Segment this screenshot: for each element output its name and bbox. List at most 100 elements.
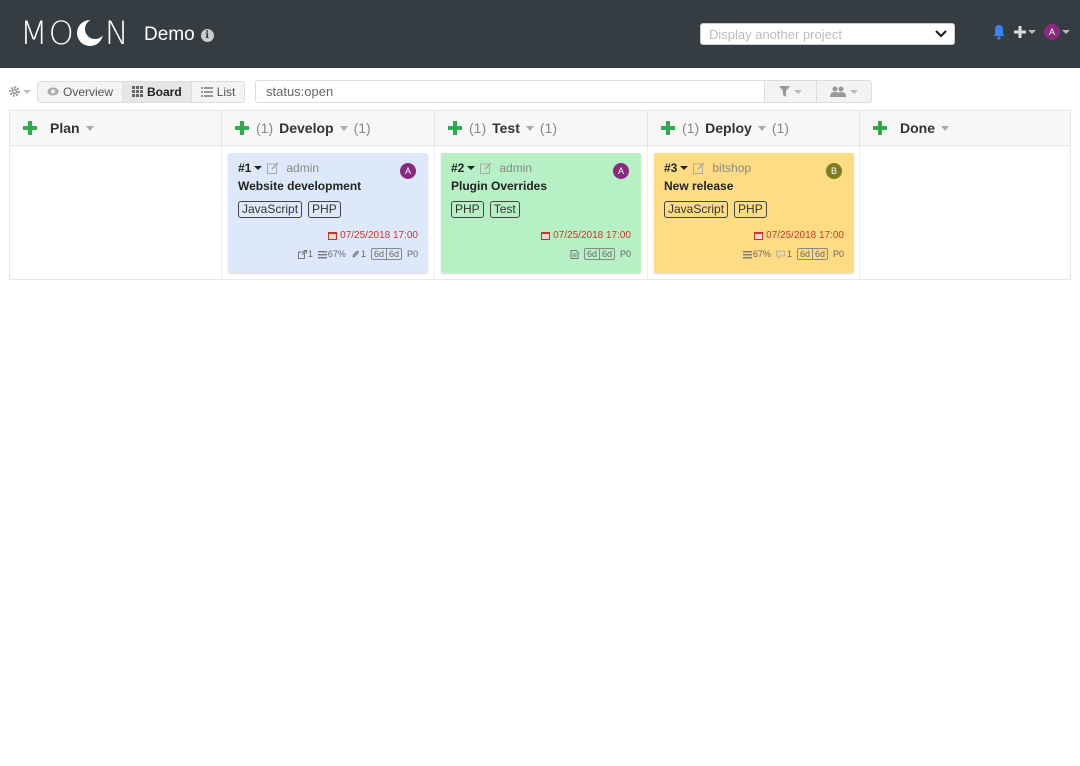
task-title[interactable]: Website development	[238, 179, 418, 193]
time-estimate: 6d 6d	[796, 248, 828, 260]
column-count-before: (1)	[682, 120, 700, 136]
edit-icon[interactable]	[267, 162, 279, 174]
task-priority: P0	[832, 249, 844, 259]
time-estimated: 6d	[372, 249, 387, 259]
column-body-plan	[10, 146, 222, 279]
task-number-dropdown[interactable]: #1	[238, 161, 263, 175]
caret-down-icon	[680, 166, 689, 170]
moon-logo[interactable]: MO N	[20, 14, 130, 52]
links-count: 1	[307, 249, 313, 259]
kanban-board: Plan (1) Develop (1) (1) Test (1) (1) De…	[9, 110, 1071, 280]
grid-icon	[132, 86, 144, 97]
add-task-test-icon[interactable]	[447, 120, 463, 136]
due-date-text: 07/25/2018 17:00	[340, 230, 418, 241]
task-owner: bitshop	[712, 161, 752, 175]
time-estimate: 6d 6d	[583, 248, 615, 260]
column-count-before: (1)	[469, 120, 487, 136]
project-switcher-select[interactable]: Display another project	[700, 23, 955, 45]
settings-dropdown[interactable]	[8, 85, 34, 98]
caret-down-icon	[794, 89, 802, 94]
project-switcher-placeholder: Display another project	[709, 26, 842, 42]
add-task-plan-icon[interactable]	[22, 120, 38, 136]
view-board-button[interactable]: Board	[123, 81, 192, 102]
paperclip-icon	[352, 250, 359, 257]
calendar-icon	[328, 232, 338, 240]
task-meta: 1 67% 1 6d 6d P0	[297, 248, 418, 260]
comments-count: 1	[786, 249, 792, 259]
view-overview-label: Overview	[63, 84, 114, 99]
users-filter-button[interactable]	[817, 80, 872, 103]
caret-down-icon	[23, 89, 31, 94]
task-tag[interactable]: PHP	[308, 201, 341, 218]
column-header-plan: Plan	[10, 111, 222, 146]
task-meta: 67% 1 6d 6d P0	[742, 248, 844, 260]
checklist-icon	[317, 250, 327, 258]
time-spent: 6d	[388, 249, 399, 259]
info-icon[interactable]: i	[200, 28, 214, 42]
column-header-deploy: (1) Deploy (1)	[648, 111, 860, 146]
task-tag[interactable]: Test	[489, 201, 520, 218]
view-list-label: List	[216, 84, 236, 99]
add-task-done-icon[interactable]	[872, 120, 888, 136]
column-count-after: (1)	[771, 120, 789, 136]
attachments-count: 1	[360, 249, 366, 259]
task-number-dropdown[interactable]: #3	[664, 161, 689, 175]
checklist-icon	[742, 250, 752, 258]
add-task-develop-icon[interactable]	[234, 120, 250, 136]
user-menu-button[interactable]: A	[1044, 24, 1070, 40]
task-meta: 6d 6d P0	[570, 248, 631, 260]
document-icon	[570, 249, 579, 259]
filter-dropdown-button[interactable]	[765, 80, 817, 103]
task-number-dropdown[interactable]: #2	[451, 161, 476, 175]
column-header-done: Done	[860, 111, 1070, 146]
view-overview-button[interactable]: Overview	[38, 81, 124, 102]
project-name: Demo	[144, 24, 195, 45]
task-tag[interactable]: PHP	[734, 201, 767, 218]
edit-icon[interactable]	[693, 162, 705, 174]
caret-down-icon	[1028, 30, 1036, 34]
filter-search-value: status:open	[266, 84, 334, 99]
column-title: Test	[492, 120, 520, 136]
add-task-deploy-icon[interactable]	[660, 120, 676, 136]
task-owner: admin	[499, 161, 533, 175]
column-header-develop: (1) Develop (1)	[222, 111, 435, 146]
subtask-progress: 67%	[327, 249, 346, 259]
view-board-label: Board	[147, 84, 182, 99]
task-tag[interactable]: JavaScript	[664, 201, 729, 218]
logo-text-left: M	[20, 14, 49, 52]
task-card[interactable]: #1 admin A Website development JavaScrip…	[228, 153, 428, 273]
task-card[interactable]: #3 bitshop B New release JavaScript PHP …	[654, 153, 854, 273]
task-number: #1	[238, 161, 252, 175]
app-header: MO N Demo i Display another project A	[0, 0, 1080, 68]
caret-down-icon[interactable]	[339, 125, 348, 131]
task-tag[interactable]: JavaScript	[238, 201, 303, 218]
column-count-after: (1)	[353, 120, 371, 136]
caret-down-icon[interactable]	[941, 125, 949, 131]
project-title[interactable]: Demo i	[144, 24, 214, 46]
caret-down-icon[interactable]	[525, 125, 534, 131]
task-card[interactable]: #2 admin A Plugin Overrides PHP Test 07/…	[441, 153, 641, 273]
assignee-avatar: A	[613, 163, 629, 179]
plus-icon	[1014, 26, 1026, 38]
column-title: Develop	[279, 120, 334, 136]
bell-icon[interactable]	[992, 24, 1006, 40]
time-spent: 6d	[601, 249, 612, 259]
view-list-button[interactable]: List	[191, 81, 245, 102]
edit-icon[interactable]	[480, 162, 492, 174]
view-switcher: Overview Board List	[37, 80, 246, 103]
caret-down-icon	[850, 89, 858, 94]
time-estimated: 6d	[798, 249, 813, 259]
task-title[interactable]: Plugin Overrides	[451, 179, 631, 193]
column-count-before: (1)	[256, 120, 274, 136]
caret-down-icon[interactable]	[85, 125, 94, 131]
task-tag[interactable]: PHP	[451, 201, 484, 218]
task-title[interactable]: New release	[664, 179, 844, 193]
task-owner: admin	[286, 161, 320, 175]
filter-search-input[interactable]: status:open	[255, 80, 765, 103]
add-menu-button[interactable]	[1014, 26, 1036, 38]
gear-icon	[9, 86, 20, 97]
caret-down-icon[interactable]	[757, 125, 766, 131]
board-toolbar: Overview Board List	[8, 80, 246, 103]
due-date-text: 07/25/2018 17:00	[553, 230, 631, 241]
calendar-icon	[754, 232, 764, 240]
